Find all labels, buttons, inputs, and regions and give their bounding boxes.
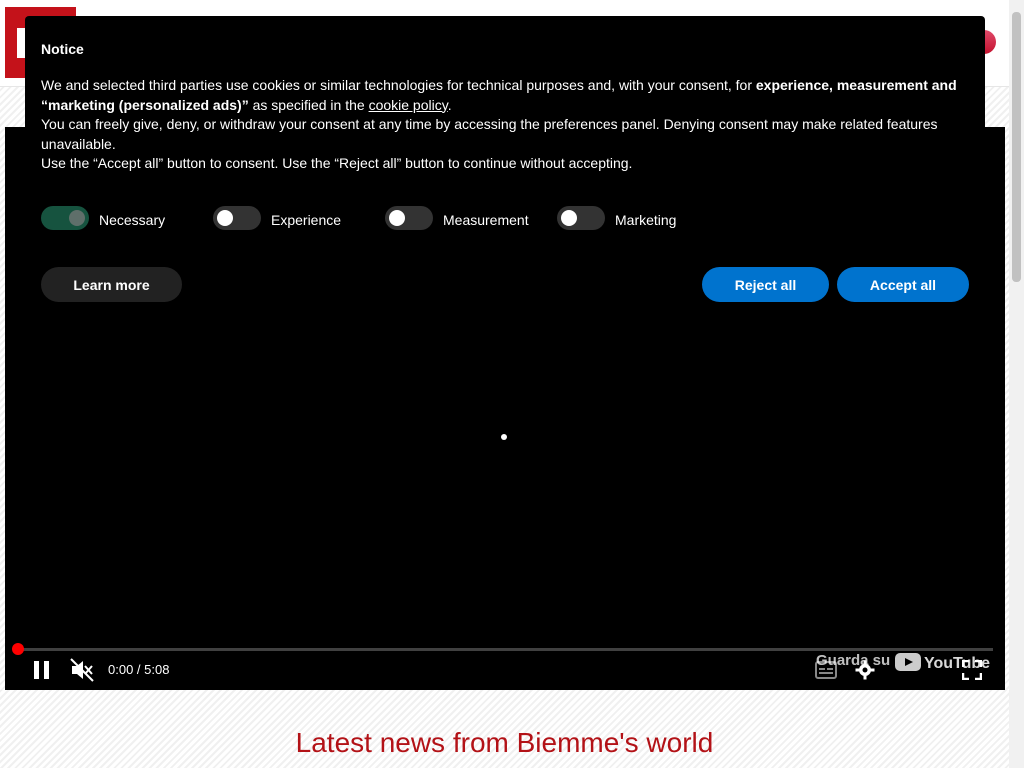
loading-spinner-icon: [501, 434, 507, 440]
notice-paragraph-1: We and selected third parties use cookie…: [41, 76, 971, 115]
muted-volume-icon[interactable]: [69, 657, 95, 683]
video-scrubber-handle[interactable]: [12, 643, 24, 655]
notice-paragraph-3: Use the “Accept all” button to consent. …: [41, 155, 633, 171]
page-scrollbar[interactable]: [1009, 0, 1024, 768]
reject-all-button[interactable]: Reject all: [702, 267, 829, 302]
video-progress-bar[interactable]: [17, 648, 993, 651]
accept-all-button[interactable]: Accept all: [837, 267, 969, 302]
toggle-measurement-label: Measurement: [443, 212, 529, 228]
watch-on-youtube-label[interactable]: Guarda su: [816, 652, 890, 669]
toggle-measurement-knob: [389, 210, 405, 226]
pause-button-icon[interactable]: [34, 661, 50, 679]
scrollbar-thumb[interactable]: [1012, 12, 1021, 282]
notice-body: We and selected third parties use cookie…: [41, 76, 971, 174]
notice-paragraph-1-intro: We and selected third parties use cookie…: [41, 77, 756, 93]
learn-more-button[interactable]: Learn more: [41, 267, 182, 302]
notice-paragraph-2: You can freely give, deny, or withdraw y…: [41, 116, 938, 152]
latest-news-heading: Latest news from Biemme's world: [295, 727, 714, 758]
video-time-display: 0:00 / 5:08: [108, 662, 170, 677]
notice-paragraph-1-end: .: [447, 96, 452, 113]
toggle-experience-knob: [217, 210, 233, 226]
cookie-policy-link[interactable]: cookie policy: [369, 97, 448, 113]
notice-paragraph-1-mid: as specified in the: [248, 96, 369, 113]
notice-title: Notice: [41, 41, 84, 57]
cookie-consent-dialog: Notice We and selected third parties use…: [25, 16, 985, 320]
toggle-marketing-knob: [561, 210, 577, 226]
toggle-necessary-label: Necessary: [99, 212, 166, 228]
toggle-marketing-label: Marketing: [615, 212, 677, 228]
toggle-necessary-knob: [69, 210, 85, 226]
toggle-experience-label: Experience: [271, 212, 342, 228]
fullscreen-icon[interactable]: [961, 659, 983, 681]
